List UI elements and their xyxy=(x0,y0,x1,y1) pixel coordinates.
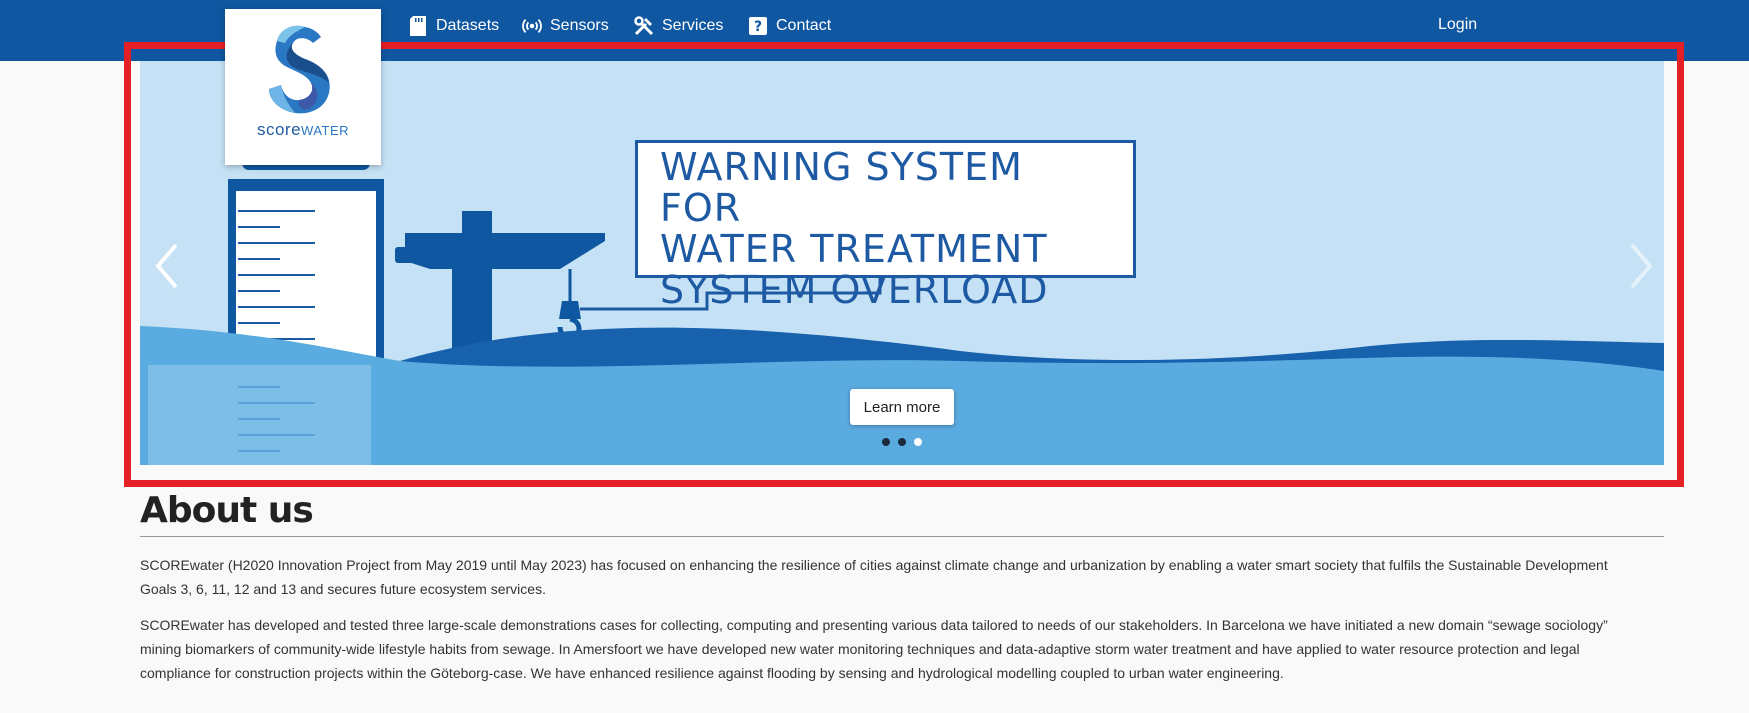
carousel-dot-2[interactable] xyxy=(898,438,906,446)
carousel-dot-1[interactable] xyxy=(882,438,890,446)
slide-title-line-1: WARNING SYSTEM FOR xyxy=(660,145,1023,230)
carousel-prev-button[interactable] xyxy=(152,241,182,291)
logo-text-score: score xyxy=(256,120,302,139)
svg-text:?: ? xyxy=(754,19,762,35)
nav-sensors[interactable]: Sensors xyxy=(522,16,609,36)
carousel-indicators xyxy=(882,438,922,446)
question-icon: ? xyxy=(748,16,768,36)
about-title: About us xyxy=(140,490,314,531)
logo-text-water: WATER xyxy=(301,123,350,138)
slide-title-box: WARNING SYSTEM FOR WATER TREATMENT SYSTE… xyxy=(635,140,1136,311)
logo-text: scoreWATER xyxy=(225,120,381,140)
logo-drop-icon xyxy=(269,25,330,114)
login-link[interactable]: Login xyxy=(1438,16,1477,34)
carousel-next-button[interactable] xyxy=(1626,241,1656,291)
nav-services[interactable]: Services xyxy=(634,16,723,36)
slide-title-line-2: WATER TREATMENT xyxy=(660,227,1048,271)
slide-title-line-3: SYSTEM OVERLOAD xyxy=(660,268,1049,312)
login-label: Login xyxy=(1438,16,1478,33)
nav-sensors-label: Sensors xyxy=(550,17,609,34)
carousel-dot-3[interactable] xyxy=(914,438,922,446)
tools-icon xyxy=(634,16,654,36)
learn-more-button[interactable]: Learn more xyxy=(850,389,954,425)
chevron-left-icon xyxy=(155,243,178,289)
nav-datasets[interactable]: Datasets xyxy=(408,16,499,36)
nav-datasets-label: Datasets xyxy=(436,17,500,34)
nav-contact[interactable]: ? Contact xyxy=(748,16,831,36)
about-divider xyxy=(140,536,1664,537)
nav-services-label: Services xyxy=(662,17,724,34)
sd-card-icon xyxy=(408,16,428,36)
chevron-right-icon xyxy=(1630,243,1653,289)
logo[interactable]: scoreWATER xyxy=(225,9,381,165)
about-paragraph-2: SCOREwater has developed and tested thre… xyxy=(140,617,1608,681)
broadcast-icon xyxy=(522,16,542,36)
about-paragraph-1: SCOREwater (H2020 Innovation Project fro… xyxy=(140,557,1608,597)
nav-contact-label: Contact xyxy=(776,17,832,34)
